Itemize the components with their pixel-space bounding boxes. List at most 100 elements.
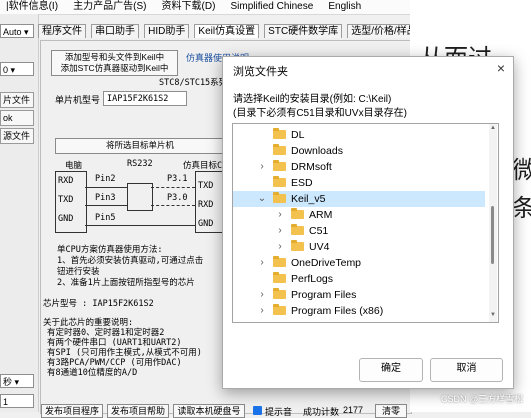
scroll-down-icon[interactable]: ▼ [489,312,497,318]
menu-item-software-info[interactable]: |软件信息(I) [0,0,64,14]
folder-tree-item[interactable]: › ARM [233,207,485,223]
auto-select-value: Auto [3,27,22,37]
chevron-right-icon[interactable]: › [257,159,267,175]
folder-icon [273,128,286,139]
tab-serial-helper[interactable]: 串口助手 [91,24,140,38]
zero-select[interactable]: 0 ▾ [0,62,34,76]
pin3-label: Pin3 [95,193,116,203]
chevron-right-icon[interactable]: › [257,287,267,303]
wire-txd [85,205,127,206]
tab-stc-math-lib[interactable]: STC硬件数学库 [264,24,343,38]
p31-label: P3.1 [167,174,188,184]
rs232-label: RS232 [127,159,153,169]
clear-count-button[interactable]: 清零 [375,404,407,418]
menu-item-english[interactable]: English [322,0,367,14]
folder-tree-item-label: ARM [309,209,333,221]
folder-tree-item[interactable]: › Program Files (x86) [233,303,485,319]
chevron-right-icon[interactable]: › [257,255,267,271]
cancel-button[interactable]: 取消 [430,358,503,382]
read-disk-id-button[interactable]: 读取本机硬盘号 [173,404,245,418]
folder-icon [273,256,286,267]
folder-tree-item[interactable]: ⌄ Keil_v5 [233,191,485,207]
folder-tree[interactable]: DL Downloads › DRMsoft ESD ⌄ Keil_v5 › ARM › C51 › U… [232,123,499,323]
pc-gnd: GND [58,214,74,224]
chip-model-label: 单片机型号 [55,95,101,105]
target-label: 仿真目标C [183,161,223,171]
folder-icon [291,224,304,235]
folder-tree-item-label: Program Files (x86) [291,305,384,317]
pin5-label: Pin5 [95,213,116,223]
target-gnd: GND [198,219,214,229]
menu-item-downloads[interactable]: 资料下载(D) [156,0,222,14]
folder-tree-item-label: Keil_v5 [291,193,326,205]
add-to-keil-button[interactable]: 添加型号和头文件到Keil中 添加STC仿真器驱动到Keil中 [51,50,178,76]
background-text-mid-2: 条 [512,194,531,222]
close-icon[interactable]: × [493,60,509,76]
chip-model-select[interactable]: IAP15F2K61S2 [103,91,187,106]
publish-program-button[interactable]: 发布项目程序 [41,404,103,418]
scroll-thumb[interactable] [491,206,494,264]
tab-selection-price[interactable]: 选型/价格/样品 [347,24,410,38]
folder-tree-item[interactable]: › OneDriveTemp [233,255,485,271]
chevron-right-icon[interactable]: › [257,303,267,319]
folder-tree-item-label: DRMsoft [291,161,332,173]
dialog-instruction-2: (目录下必须有C51目录和UVx目录存在) [233,108,407,119]
folder-tree-item-label: Downloads [291,145,343,157]
seconds-label: 秒 [3,377,13,387]
speed-value: 1 [3,397,9,407]
series-text: STC8/STC15系列 [159,78,228,88]
chevron-right-icon[interactable]: › [275,223,285,239]
folder-tree-item[interactable]: DL [233,127,485,143]
folder-icon [273,176,286,187]
scroll-up-icon[interactable]: ▲ [489,125,497,131]
success-count-value: 2177 [343,405,364,415]
menu-item-simplified-chinese[interactable]: Simplified Chinese [224,0,319,14]
wire-p31 [151,187,195,188]
browse-folder-dialog: 浏览文件夹 × 请选择Keil的安装目录(例如: C:\Keil) (目录下必须… [222,56,514,389]
folder-tree-item[interactable]: › Program Files [233,287,485,303]
source-file-button[interactable]: 源文件 [0,128,34,144]
chevron-right-icon[interactable]: › [275,239,285,255]
folder-tree-item[interactable]: Downloads [233,143,485,159]
seconds-select[interactable]: 秒 ▾ [0,374,34,388]
folder-tree-item-label: PerfLogs [291,273,334,285]
chevron-down-icon[interactable]: ⌄ [257,191,267,207]
dialog-title: 浏览文件夹 [233,66,288,78]
folder-tree-item-label: Program Files [291,289,357,301]
add-to-keil-line1: 添加型号和头文件到Keil中 [64,52,165,62]
folder-tree-item-label: DL [291,129,305,141]
folder-tree-item[interactable]: PerfLogs [233,271,485,287]
folder-icon [273,144,286,155]
background-text-mid-1: 微 [512,156,531,184]
tab-keil-emulator[interactable]: Keil仿真设置 [194,24,260,38]
speed-field[interactable]: 1 [0,394,34,408]
tab-program-file[interactable]: 程序文件 [38,24,86,38]
beep-checkbox[interactable] [253,406,262,415]
auto-select[interactable]: Auto ▾ [0,24,34,38]
tab-hid-helper[interactable]: HID助手 [144,24,190,38]
target-rxd: RXD [198,200,214,210]
watermark: CSDN @三方样雪松 [441,394,524,404]
set-emulator-button[interactable]: 将所选目标单片机 [55,138,225,154]
wire-p30 [151,205,195,206]
tree-scrollbar[interactable]: ▲ ▼ [489,124,497,322]
folder-tree-item[interactable]: ESD [233,175,485,191]
menu-item-products[interactable]: 主力产品广告(S) [67,0,152,14]
publish-help-button[interactable]: 发布项目帮助 [107,404,169,418]
wire-rxd [85,187,127,188]
folder-tree-item[interactable]: › C51 [233,223,485,239]
method-line-3: 2、准备1片上面按钮所指型号的芯片 [57,278,195,288]
ok-button-left[interactable]: ok [0,110,34,126]
folder-tree-item[interactable]: › DRMsoft [233,159,485,175]
left-options-column: Auto ▾ 0 ▾ 片文件 ok 源文件 秒 ▾ 1 [0,14,39,412]
add-to-keil-line2: 添加STC仿真器驱动到Keil中 [60,63,169,73]
ok-button[interactable]: 确定 [359,358,423,382]
chip-file-button[interactable]: 片文件 [0,92,34,108]
folder-icon [291,240,304,251]
folder-icon [273,304,286,315]
chevron-right-icon[interactable]: › [275,207,285,223]
dialog-instruction-1: 请选择Keil的安装目录(例如: C:\Keil) [233,94,392,105]
folder-tree-item[interactable]: › UV4 [233,239,485,255]
top-menu-bar: |软件信息(I) 主力产品广告(S) 资料下载(D) Simplified Ch… [0,0,410,15]
folder-icon [273,272,286,283]
